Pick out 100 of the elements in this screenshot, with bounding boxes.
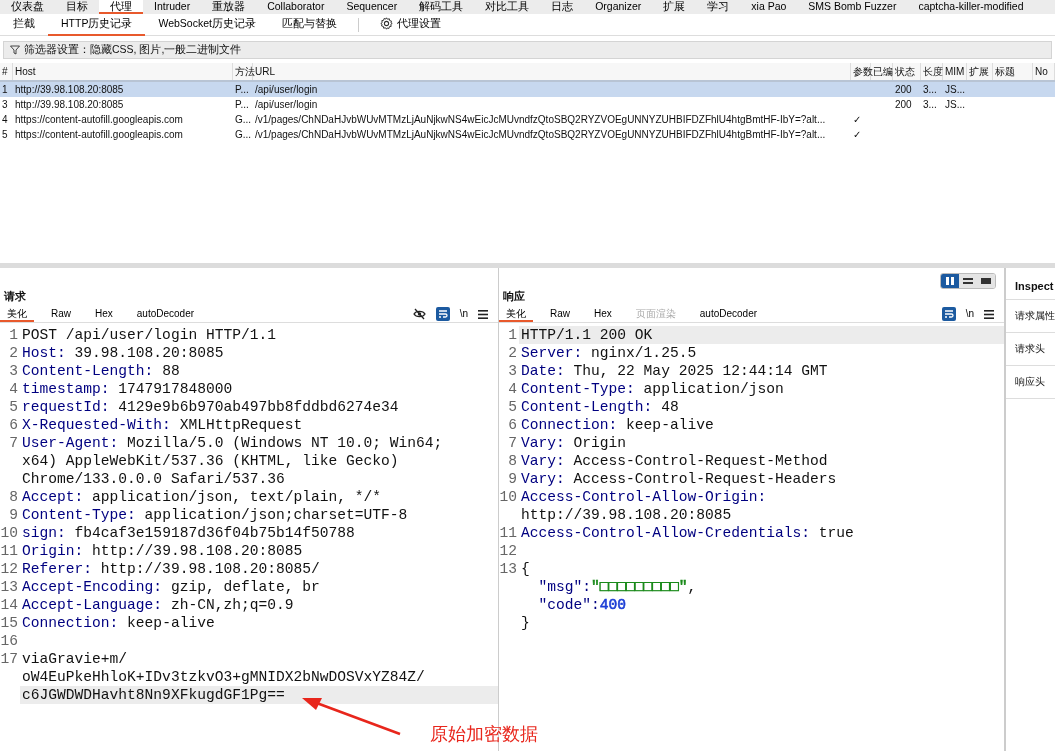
main-tab[interactable]: Sequencer xyxy=(335,0,409,14)
main-tab[interactable]: 解码工具 xyxy=(408,0,475,14)
header-name: sign: xyxy=(22,524,66,541)
table-cell-text: /v1/pages/ChNDaHJvbWUvMTMzLjAuNjkwNS4wEicJcMUvndfzQtoSBQ2RYZVOEgUNNYZUHBIFDZFhlU4htgBmtHF-IbY=?alt... xyxy=(254,113,827,127)
line-number: 5 xyxy=(507,397,518,416)
main-tab[interactable]: 扩展 xyxy=(652,0,697,14)
line-number: 1 xyxy=(507,325,518,344)
proxy-settings-button[interactable]: 代理设置 xyxy=(366,13,454,36)
layout-button[interactable] xyxy=(941,274,959,288)
inspector-title: Inspect xyxy=(1006,268,1055,300)
sub-tab[interactable]: WebSocket历史记录 xyxy=(145,13,269,36)
header-value: XMLHttpRequest xyxy=(178,416,303,433)
column-header[interactable]: 长度 xyxy=(921,63,943,80)
line-number: 17 xyxy=(0,649,19,669)
header-name: Vary: xyxy=(521,452,565,469)
code-text: POST /api/user/login HTTP/1.1 xyxy=(22,326,276,343)
json-key: "code": xyxy=(521,596,600,613)
filter-bar[interactable]: 筛选器设置：隐藏CSS, 图片,一般二进制文件 xyxy=(3,41,1052,59)
line-number: 13 xyxy=(0,577,19,596)
editor-tab[interactable]: Hex xyxy=(88,306,120,322)
wrap-icon[interactable] xyxy=(435,307,450,321)
table-cell-text: /api/user/login xyxy=(254,83,319,97)
header-value: nginx/1.25.5 xyxy=(590,344,697,361)
menu-icon[interactable] xyxy=(478,309,488,319)
editor-tab[interactable]: 美化 xyxy=(499,306,533,322)
editor-tab[interactable]: autoDecoder xyxy=(692,306,765,322)
line-number: 8 xyxy=(507,451,518,470)
layout-button[interactable] xyxy=(977,274,995,288)
table-cell-text: P... xyxy=(234,98,250,112)
main-tab[interactable]: captcha-killer-modified xyxy=(907,0,1035,14)
main-tab[interactable]: 代理 xyxy=(99,0,143,14)
main-tab[interactable]: 学习 xyxy=(696,0,741,14)
sub-tab[interactable]: 匹配与替换 xyxy=(268,13,350,36)
newline-toggle[interactable]: \n xyxy=(965,308,974,320)
table-cell-text: G... xyxy=(234,128,253,142)
header-value: 1747917848000 xyxy=(117,380,233,397)
column-header[interactable]: 标题 xyxy=(993,63,1033,80)
json-key: "msg": xyxy=(521,578,592,595)
header-value: keep-alive xyxy=(126,614,215,631)
menu-icon[interactable] xyxy=(984,309,994,319)
header-value: http://39.98.108.20:8085 xyxy=(521,506,732,523)
json-brace: { xyxy=(521,560,530,577)
main-tab[interactable]: 对比工具 xyxy=(474,0,541,14)
column-header[interactable]: 已编 xyxy=(871,63,893,80)
header-value: Access-Control-Request-Headers xyxy=(572,470,837,487)
table-cell-text: JS... xyxy=(944,98,966,112)
column-header[interactable]: # xyxy=(0,63,13,80)
editor-tab[interactable]: autoDecoder xyxy=(129,306,202,322)
newline-toggle[interactable]: \n xyxy=(459,308,468,320)
table-row[interactable]: 5 https://content-autofill.googleapis.com G... /v1/pages/ChNDaHJvbWUvMTMzLjAuNjkwNS4wEicJcMUvndfzQtoSBQ2RYZVOEgUNNYZUHBIFDZFhlU4htgBmtHF-IbY=?alt... ✓ xyxy=(0,127,1055,142)
column-header[interactable]: 扩展 xyxy=(967,63,993,80)
header-name: requestId: xyxy=(22,398,110,415)
inspector-item[interactable]: 请求属性 xyxy=(1006,299,1055,333)
main-tab[interactable]: 重放器 xyxy=(201,0,257,14)
column-header[interactable]: Host xyxy=(13,63,233,80)
layout-toggle[interactable] xyxy=(940,273,996,289)
column-header[interactable]: 参数 xyxy=(851,63,871,80)
hide-icon[interactable] xyxy=(412,308,426,320)
line-number: 7 xyxy=(507,433,518,452)
column-header[interactable]: No xyxy=(1033,63,1055,80)
header-name: Accept: xyxy=(22,488,84,505)
column-header[interactable]: URL xyxy=(253,63,851,80)
columns-icon xyxy=(945,277,955,285)
line-number: 3 xyxy=(8,361,19,380)
main-tab[interactable]: Intruder xyxy=(143,0,202,14)
header-value: zh-CN,zh;q=0.9 xyxy=(169,596,294,613)
editor-tab[interactable]: 美化 xyxy=(0,306,34,322)
header-name: Access-Control-Allow-Credentials: xyxy=(521,524,810,541)
table-cell-text: http://39.98.108.20:8085 xyxy=(14,83,125,97)
table-row[interactable]: 3 http://39.98.108.20:8085 P... /api/user/login 200 3... JS... xyxy=(0,97,1055,112)
header-value: 39.98.108.20:8085 xyxy=(73,344,224,361)
json-comma: , xyxy=(687,578,697,595)
line-number: 12 xyxy=(0,559,19,578)
main-tab[interactable]: SMS Bomb Fuzzer xyxy=(797,0,908,14)
editor-tab[interactable]: Hex xyxy=(587,306,619,322)
sub-tab[interactable]: HTTP历史记录 xyxy=(48,13,146,36)
layout-button[interactable] xyxy=(959,274,977,288)
main-tab[interactable]: Collaborator xyxy=(256,0,336,14)
main-tab[interactable]: 仪表盘 xyxy=(0,0,55,14)
column-header[interactable]: 状态 xyxy=(893,63,921,80)
table-cell-text: https://content-autofill.googleapis.com xyxy=(14,113,184,127)
main-tab[interactable]: 目标 xyxy=(55,0,99,14)
editor-tab[interactable]: Raw xyxy=(543,306,577,322)
line-number: 6 xyxy=(8,415,19,434)
main-tab[interactable]: xia Pao xyxy=(740,0,798,14)
pane-title: 请求 xyxy=(4,289,26,304)
inspector-item[interactable]: 响应头 xyxy=(1006,366,1055,400)
table-row[interactable]: 4 https://content-autofill.googleapis.com G... /v1/pages/ChNDaHJvbWUvMTMzLjAuNjkwNS4wEicJcMUvndfzQtoSBQ2RYZVOEgUNNYZUHBIFDZFhlU4htgBmtHF-IbY=?alt... ✓ xyxy=(0,112,1055,127)
sub-tab[interactable]: 拦截 xyxy=(0,13,48,36)
main-tab[interactable]: 日志 xyxy=(540,0,585,14)
editor-tab[interactable]: Raw xyxy=(44,306,78,322)
wrap-icon[interactable] xyxy=(941,307,956,321)
main-tab[interactable]: Organizer xyxy=(584,0,653,14)
column-header[interactable]: MIM xyxy=(943,63,967,80)
code-text: viaGravie+m/ xyxy=(22,650,128,667)
header-name: Referer: xyxy=(22,560,93,577)
header-name: Origin: xyxy=(22,542,84,559)
table-row[interactable]: 1 http://39.98.108.20:8085 P... /api/user/login 200 3... JS... xyxy=(0,82,1055,97)
inspector-item[interactable]: 请求头 xyxy=(1006,332,1055,366)
table-cell-text: 3... xyxy=(922,83,938,97)
